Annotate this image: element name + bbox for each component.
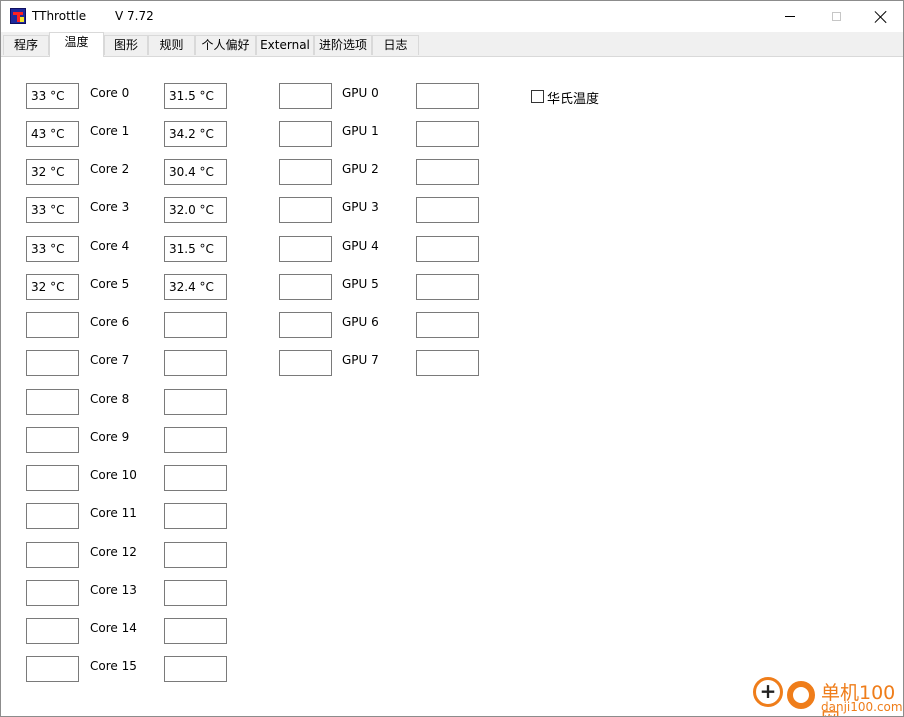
core-temp-field[interactable] <box>26 618 79 644</box>
app-version: V 7.72 <box>115 9 154 23</box>
core-temp2-field[interactable] <box>164 656 227 682</box>
tab-rules[interactable]: 规则 <box>148 35 195 55</box>
tab-graph[interactable]: 图形 <box>104 35 148 55</box>
window-title: TThrottle <box>32 9 87 23</box>
gpu-temp2-field[interactable] <box>416 312 479 338</box>
gpu-temp-field[interactable] <box>279 312 332 338</box>
fahrenheit-checkbox[interactable] <box>531 90 544 103</box>
gpu-label: GPU 6 <box>342 315 379 329</box>
minimize-icon <box>785 16 795 17</box>
core-temp2-field[interactable] <box>164 312 227 338</box>
app-window: TThrottle V 7.72 程序 温度 图形 规则 个人偏好 Extern… <box>0 0 904 717</box>
gpu-temp-field[interactable] <box>279 274 332 300</box>
core-temp2-field[interactable] <box>164 427 227 453</box>
close-button[interactable] <box>858 1 903 32</box>
title-bar[interactable]: TThrottle V 7.72 <box>1 1 903 32</box>
core-label: Core 4 <box>90 239 130 253</box>
gpu-temp2-field[interactable] <box>416 350 479 376</box>
gpu-temp2-field[interactable] <box>416 121 479 147</box>
core-label: Core 1 <box>90 124 130 138</box>
gpu-temp-field[interactable] <box>279 159 332 185</box>
gpu-label: GPU 4 <box>342 239 379 253</box>
maximize-icon <box>831 12 841 21</box>
core-temp-field[interactable]: 32 °C <box>26 159 79 185</box>
app-icon <box>10 8 26 24</box>
core-label: Core 6 <box>90 315 130 329</box>
tab-preferences[interactable]: 个人偏好 <box>195 35 256 55</box>
core-label: Core 3 <box>90 200 130 214</box>
gpu-label: GPU 7 <box>342 353 379 367</box>
core-label: Core 15 <box>90 659 137 673</box>
core-temp-field[interactable]: 33 °C <box>26 197 79 223</box>
gpu-label: GPU 0 <box>342 86 379 100</box>
core-temp-field[interactable] <box>26 465 79 491</box>
gpu-temp2-field[interactable] <box>416 159 479 185</box>
core-temp2-field[interactable] <box>164 503 227 529</box>
gpu-label: GPU 3 <box>342 200 379 214</box>
core-temp-field[interactable] <box>26 389 79 415</box>
core-temp-field[interactable]: 43 °C <box>26 121 79 147</box>
core-label: Core 10 <box>90 468 137 482</box>
minimize-button[interactable] <box>767 1 813 32</box>
core-temp-field[interactable] <box>26 656 79 682</box>
core-temp-field[interactable] <box>26 312 79 338</box>
maximize-button[interactable] <box>813 1 859 32</box>
core-label: Core 11 <box>90 506 137 520</box>
watermark-plus-icon: + <box>753 677 783 707</box>
core-label: Core 0 <box>90 86 130 100</box>
watermark-url: danji100.com <box>821 700 903 714</box>
core-temp2-field[interactable]: 34.2 °C <box>164 121 227 147</box>
gpu-temp2-field[interactable] <box>416 236 479 262</box>
core-temp-field[interactable]: 33 °C <box>26 236 79 262</box>
gpu-temp-field[interactable] <box>279 121 332 147</box>
gpu-temp-field[interactable] <box>279 197 332 223</box>
core-temp-field[interactable] <box>26 503 79 529</box>
core-temp-field[interactable] <box>26 542 79 568</box>
fahrenheit-label[interactable]: 华氏温度 <box>547 88 599 107</box>
gpu-temp-field[interactable] <box>279 83 332 109</box>
gpu-temp2-field[interactable] <box>416 83 479 109</box>
gpu-label: GPU 1 <box>342 124 379 138</box>
core-temp-field[interactable] <box>26 580 79 606</box>
core-temp2-field[interactable] <box>164 465 227 491</box>
watermark-ring-icon <box>787 681 815 709</box>
gpu-temp-field[interactable] <box>279 350 332 376</box>
gpu-temp-field[interactable] <box>279 236 332 262</box>
core-temp2-field[interactable] <box>164 350 227 376</box>
core-temp2-field[interactable] <box>164 389 227 415</box>
tab-advanced[interactable]: 进阶选项 <box>314 35 372 55</box>
core-label: Core 9 <box>90 430 130 444</box>
tab-strip: 程序 温度 图形 规则 个人偏好 External 进阶选项 日志 <box>1 32 903 57</box>
core-temp2-field[interactable]: 30.4 °C <box>164 159 227 185</box>
tab-external[interactable]: External <box>256 35 314 55</box>
core-temp2-field[interactable]: 31.5 °C <box>164 83 227 109</box>
gpu-temp2-field[interactable] <box>416 197 479 223</box>
core-label: Core 13 <box>90 583 137 597</box>
core-temp-field[interactable]: 33 °C <box>26 83 79 109</box>
core-temp2-field[interactable] <box>164 618 227 644</box>
core-temp2-field[interactable]: 32.4 °C <box>164 274 227 300</box>
gpu-temp2-field[interactable] <box>416 274 479 300</box>
gpu-label: GPU 5 <box>342 277 379 291</box>
tab-temperature[interactable]: 温度 <box>49 32 104 57</box>
core-temp-field[interactable] <box>26 427 79 453</box>
core-temp2-field[interactable] <box>164 542 227 568</box>
core-temp-field[interactable]: 32 °C <box>26 274 79 300</box>
core-temp2-field[interactable] <box>164 580 227 606</box>
gpu-label: GPU 2 <box>342 162 379 176</box>
core-label: Core 8 <box>90 392 130 406</box>
close-icon <box>875 11 887 23</box>
core-label: Core 7 <box>90 353 130 367</box>
core-temp2-field[interactable]: 32.0 °C <box>164 197 227 223</box>
core-temp-field[interactable] <box>26 350 79 376</box>
core-label: Core 14 <box>90 621 137 635</box>
core-label: Core 12 <box>90 545 137 559</box>
tab-log[interactable]: 日志 <box>372 35 419 55</box>
core-temp2-field[interactable]: 31.5 °C <box>164 236 227 262</box>
temperature-panel: 33 °C Core 0 31.5 °C 43 °C Core 1 34.2 °… <box>1 57 903 716</box>
core-label: Core 5 <box>90 277 130 291</box>
core-label: Core 2 <box>90 162 130 176</box>
tab-program[interactable]: 程序 <box>3 35 49 55</box>
